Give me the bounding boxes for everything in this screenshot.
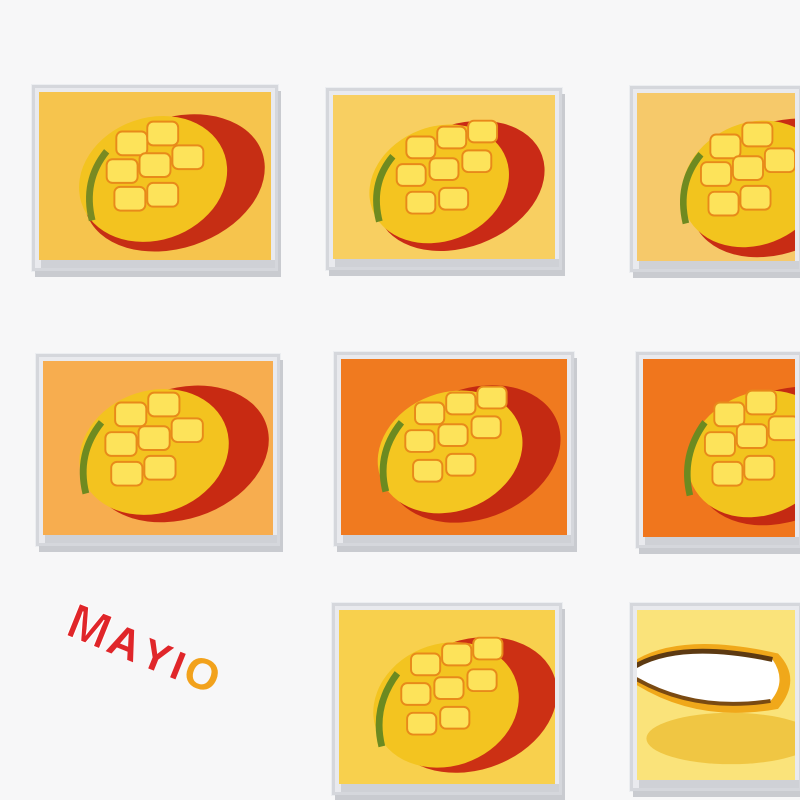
mango-tile-3[interactable]: [630, 86, 800, 272]
mango-tile-1[interactable]: [32, 85, 278, 271]
tile-shadow: [639, 780, 799, 788]
mango-tile-6[interactable]: [636, 352, 800, 548]
mayio-logo: M A Y I O: [59, 592, 262, 752]
mango-tile-8[interactable]: [630, 603, 800, 791]
tile-shadow: [645, 537, 799, 545]
mango-tile-5[interactable]: [334, 352, 574, 546]
tile-shadow: [341, 784, 559, 792]
mango-hedgehog-icon: [339, 610, 555, 784]
mango-hedgehog-icon: [341, 359, 567, 535]
mango-hedgehog-icon: [333, 95, 555, 259]
mango-hedgehog-icon: [43, 361, 273, 535]
mango-hedgehog-icon: [39, 92, 271, 260]
mango-tile-4[interactable]: [36, 354, 280, 546]
mango-tile-7[interactable]: [332, 603, 562, 795]
tile-shadow: [41, 260, 275, 268]
tile-shadow: [45, 535, 277, 543]
mango-tile-2[interactable]: [326, 88, 562, 270]
mango-hedgehog-icon: [637, 93, 795, 261]
mango-hedgehog-icon: [643, 359, 795, 537]
tile-shadow: [343, 535, 571, 543]
mango-half-icon: [637, 610, 795, 780]
tile-shadow: [639, 261, 799, 269]
tile-shadow: [335, 259, 559, 267]
